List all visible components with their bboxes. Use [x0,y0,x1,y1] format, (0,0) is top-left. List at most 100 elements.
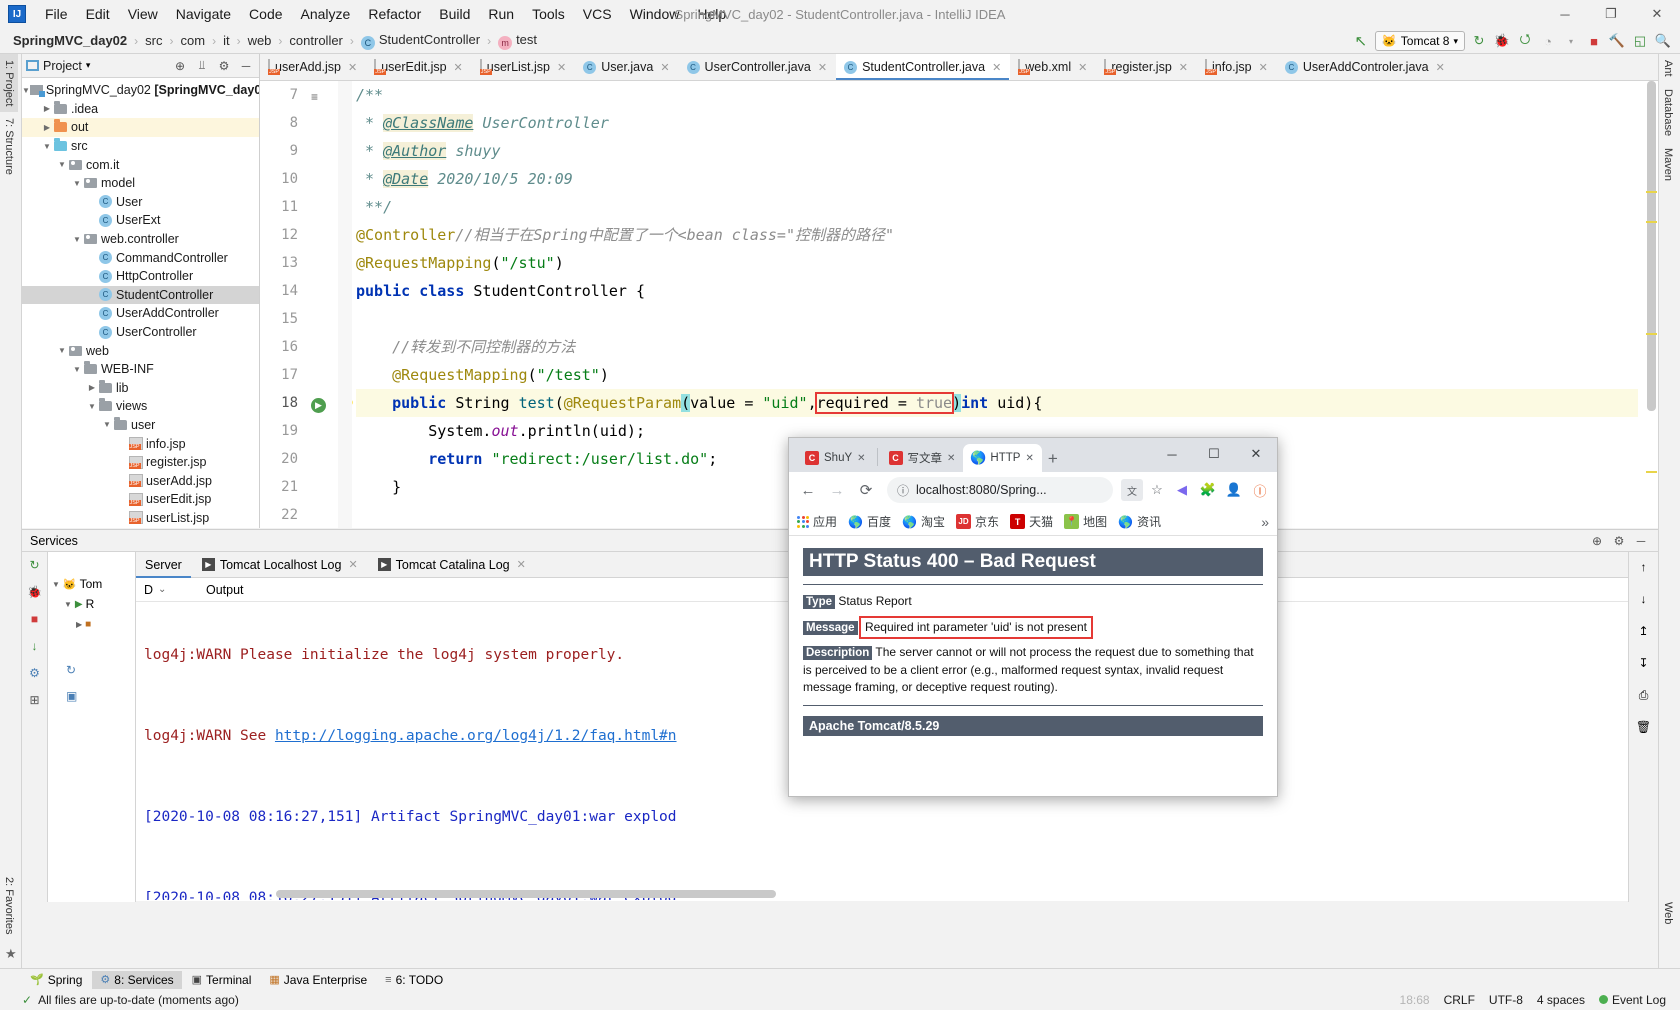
deploy-icon[interactable]: ↓ [26,637,44,655]
close-icon[interactable]: ✕ [1179,61,1188,74]
status-encoding[interactable]: UTF-8 [1489,993,1523,1007]
editor-tab-info-jsp[interactable]: info.jsp ✕ [1197,54,1277,80]
project-tree-node[interactable]: ▼ model [22,174,259,193]
menu-refactor[interactable]: Refactor [359,3,430,25]
reload-icon[interactable]: ⟳ [853,477,879,503]
hide-panel-icon[interactable]: ─ [1632,532,1650,550]
tab-tomcat-catalina-log[interactable]: ▶ Tomcat Catalina Log ✕ [369,552,535,578]
bottom-tab-java-enterprise[interactable]: ▦ Java Enterprise [261,971,375,989]
star-icon[interactable]: ★ [5,946,17,962]
gear-icon[interactable]: ⚙ [1610,532,1628,550]
chevron-down-icon[interactable]: ▼ [56,346,68,355]
bookmark-tmall[interactable]: T 天猫 [1010,513,1053,530]
project-tree-node[interactable]: C StudentController [22,285,259,305]
close-icon[interactable]: ✕ [1078,61,1087,74]
project-tree-node[interactable]: ▼ web [22,341,259,360]
chevron-right-icon[interactable]: ▶ [41,123,53,132]
editor-tab-useradd-jsp[interactable]: userAdd.jsp ✕ [260,54,366,80]
menu-help[interactable]: Help [688,3,735,25]
marker-warning[interactable] [1646,471,1657,473]
sidebar-item-database[interactable]: Database [1659,83,1677,142]
project-tree-node[interactable]: info.jsp [22,434,259,453]
bookmark-apps[interactable]: 应用 [797,513,837,530]
breadcrumb-test-method[interactable]: m test [495,32,540,50]
menu-window[interactable]: Window [621,3,689,25]
menu-run[interactable]: Run [479,3,523,25]
editor-tab-user-java[interactable]: C User.java ✕ [575,54,678,80]
print-icon[interactable]: ⎙ [1635,686,1653,704]
breadcrumb-project[interactable]: SpringMVC_day02 [10,33,130,48]
close-icon[interactable]: ✕ [517,558,526,571]
sidebar-item-structure[interactable]: 7: Structure [0,112,18,181]
debug-icon[interactable]: 🐞 [1493,32,1511,50]
close-icon[interactable]: ✕ [348,61,357,74]
menu-code[interactable]: Code [240,3,291,25]
project-tree-node[interactable]: ▼ WEB-INF [22,360,259,379]
scroll-up-icon[interactable]: ↑ [1635,558,1653,576]
address-bar[interactable]: ⓘ localhost:8080/Spring... [887,477,1113,503]
gear-icon[interactable]: ⚙ [26,664,44,682]
back-arrow-icon[interactable]: ↖ [1352,32,1370,50]
chevron-down-icon[interactable]: ▼ [71,179,83,188]
menu-navigate[interactable]: Navigate [167,3,240,25]
close-icon[interactable]: ✕ [992,61,1001,74]
debug-icon[interactable]: 🐞 [26,583,44,601]
project-tree-node[interactable]: ▶ out [22,118,259,137]
marker-warning[interactable] [1646,191,1657,193]
chevron-right-icon[interactable]: ▶ [41,104,53,113]
sidebar-item-maven[interactable]: Maven [1659,142,1677,187]
sidebar-item-ant[interactable]: Ant [1659,54,1677,83]
services-tree-node-tomcat[interactable]: ▼ 🐱 Tom [48,574,135,594]
bookmark-baidu[interactable]: 🌎 百度 [848,513,891,530]
clear-all-icon[interactable]: 🗑 [1635,718,1653,736]
profile-avatar-icon[interactable]: 👤 [1223,479,1245,501]
chevron-down-icon[interactable]: ▼ [56,160,68,169]
menu-analyze[interactable]: Analyze [292,3,360,25]
editor-tab-useredit-jsp[interactable]: userEdit.jsp ✕ [366,54,472,80]
close-icon[interactable]: ✕ [1025,453,1033,464]
breadcrumb-com[interactable]: com [178,33,209,48]
bookmark-taobao[interactable]: 🌎 淘宝 [902,513,945,530]
close-icon[interactable]: ✕ [557,61,566,74]
project-tree-node[interactable]: ▼ SpringMVC_day02 [SpringMVC_day0 [22,81,259,100]
project-tree-node[interactable]: ▼ user [22,416,259,435]
project-tree-node[interactable]: register.jsp [22,453,259,472]
fold-gutter[interactable] [338,81,352,528]
maximize-button[interactable]: ❐ [1588,0,1634,28]
menu-view[interactable]: View [119,3,167,25]
close-icon[interactable]: ✕ [348,558,357,571]
scroll-end-icon[interactable]: ↧ [1635,654,1653,672]
browser-tab-http[interactable]: 🌎 HTTP ✕ [963,444,1042,472]
project-tree-node[interactable]: ▼ src [22,137,259,156]
close-icon[interactable]: ✕ [1259,61,1268,74]
sidebar-item-favorites[interactable]: 2: Favorites [0,871,18,940]
close-icon[interactable]: ✕ [947,453,955,464]
soft-wrap-icon[interactable]: ↥ [1635,622,1653,640]
group-icon[interactable]: ⊞ [26,691,44,709]
project-tree-node[interactable]: ▶ lib [22,379,259,398]
marker-warning[interactable] [1646,333,1657,335]
sidebar-item-project[interactable]: 1: Project [0,54,18,113]
services-tree-node-running[interactable]: ▼ ▶ R [48,594,135,614]
tab-server[interactable]: Server [136,552,191,578]
console-link[interactable]: http://logging.apache.org/log4j/1.2/faq.… [275,728,677,744]
editor-tab-useraddcontroler-java[interactable]: C UserAddControler.java ✕ [1277,54,1454,80]
browser-minimize-button[interactable]: ─ [1151,438,1193,470]
breadcrumb-studentcontroller[interactable]: C StudentController [358,32,483,50]
editor-tab-userlist-jsp[interactable]: userList.jsp ✕ [472,54,575,80]
locate-file-icon[interactable]: ⊕ [171,57,189,75]
search-icon[interactable]: 🔍 [1654,32,1672,50]
profiler-icon[interactable]: ◔ [1539,32,1557,50]
collapse-all-icon[interactable]: ⫫ [193,57,211,75]
project-tree-node[interactable]: C UserExt [22,211,259,230]
services-tool-restart[interactable]: ↻ [48,660,135,680]
status-indent[interactable]: 4 spaces [1537,993,1585,1007]
chevron-down-icon[interactable]: ▼ [71,365,83,374]
project-tree-node[interactable]: C UserController [22,323,259,342]
help-icon[interactable]: ⊕ [1588,532,1606,550]
profiler-caret-icon[interactable]: ▾ [1562,32,1580,50]
layout-icon[interactable]: ◱ [1631,32,1649,50]
chrome-menu-icon[interactable]: Ⓘ [1249,479,1271,501]
extension-bird-icon[interactable]: ◀ [1171,479,1193,501]
menu-vcs[interactable]: VCS [574,3,621,25]
